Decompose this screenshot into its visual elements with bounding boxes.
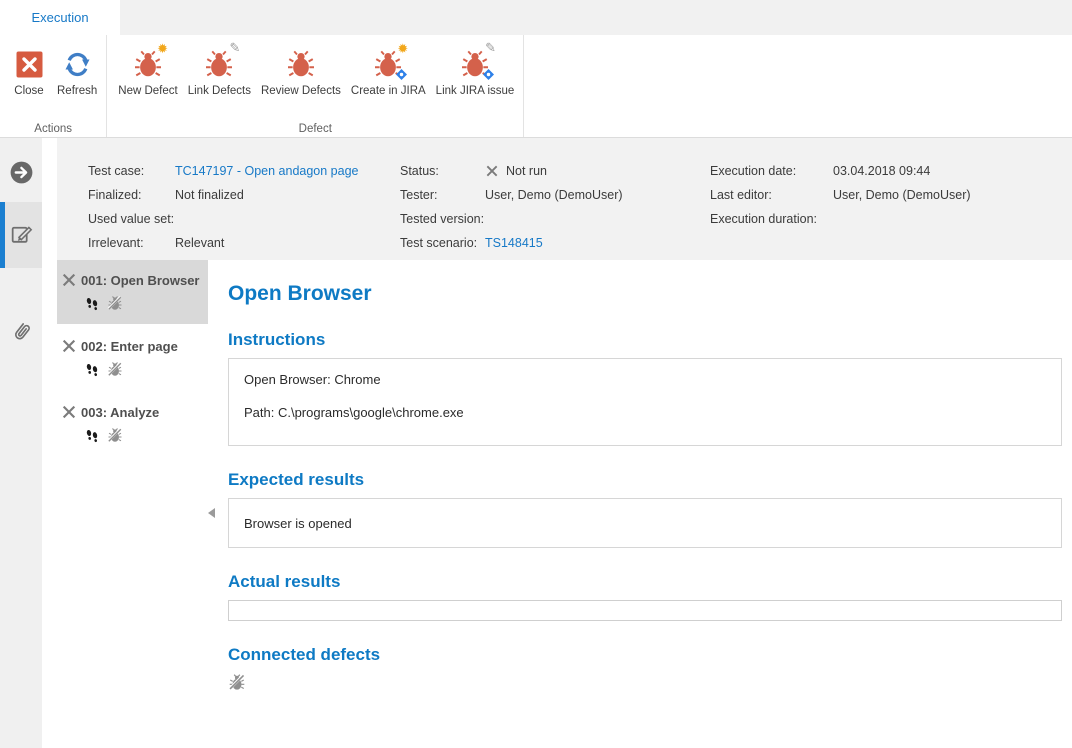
step-item-001[interactable]: 001: Open Browser [57,260,208,324]
close-button[interactable]: Close [6,41,52,119]
ribbon-group-actions: Close Refresh Actions [0,35,107,137]
field-label: Test scenario: [400,236,485,250]
field-value: User, Demo (DemoUser) [485,188,623,202]
jira-diamond-icon [482,68,495,83]
instructions-heading: Instructions [228,330,1072,350]
field-label: Tester: [400,188,485,202]
field-value: 03.04.2018 09:44 [833,164,930,178]
step-detail-pane: Open Browser Instructions Open Browser: … [217,260,1072,748]
tab-bar: Execution [0,0,1072,35]
test-scenario-link[interactable]: TS148415 [485,236,543,250]
expected-results-box: Browser is opened [228,498,1062,548]
actual-results-input[interactable] [228,600,1062,621]
field-label: Execution duration: [710,212,833,226]
field-label: Execution date: [710,164,833,178]
field-value: Relevant [175,236,224,250]
field-value: Not finalized [175,188,244,202]
instructions-box: Open Browser: Chrome Path: C.\programs\g… [228,358,1062,446]
test-case-info-panel: Test case: TC147197 - Open andagon page … [57,138,1072,260]
sidebar-item-attachments[interactable] [0,306,42,362]
footprints-icon [84,295,100,311]
step-item-003[interactable]: 003: Analyze [57,392,208,456]
field-label: Tested version: [400,212,485,226]
info-row-test-scenario: Test scenario: TS148415 [400,231,710,255]
no-defects-icon [107,427,123,443]
footprints-icon [84,427,100,443]
expected-results-text: Browser is opened [244,516,352,531]
ribbon-group-defect: ✹ New Defect ✎ Link Defects Review Defec… [107,35,524,137]
arrow-circle-icon [8,159,35,189]
link-jira-issue-icon: ✎ [458,47,492,81]
instruction-line: Path: C.\programs\google\chrome.exe [244,405,1046,420]
info-row-used-value-set: Used value set: [88,207,400,231]
link-defects-icon: ✎ [202,47,236,81]
step-item-002[interactable]: 002: Enter page [57,326,208,390]
paperclip-icon [8,319,35,349]
link-defects-button[interactable]: ✎ Link Defects [183,41,256,119]
info-row-finalized: Finalized: Not finalized [88,183,400,207]
actual-results-heading: Actual results [228,572,1072,592]
link-jira-issue-button[interactable]: ✎ Link JIRA issue [431,41,520,119]
left-icon-strip [0,138,42,748]
step-label: 001: Open Browser [81,273,200,288]
refresh-button[interactable]: Refresh [52,41,102,119]
pencil-badge-icon: ✎ [485,42,496,55]
star-badge-icon: ✹ [397,43,408,56]
new-defect-icon: ✹ [131,47,165,81]
not-run-status-icon [61,338,77,354]
new-defect-button[interactable]: ✹ New Defect [113,41,182,119]
review-defects-button[interactable]: Review Defects [256,41,346,119]
field-label: Last editor: [710,188,833,202]
edit-icon [8,220,35,250]
field-value: User, Demo (DemoUser) [833,188,971,202]
pencil-badge-icon: ✎ [229,42,240,55]
not-run-status-icon [61,404,77,420]
page-title: Open Browser [228,282,1072,306]
star-badge-icon: ✹ [157,43,168,56]
connected-defects-heading: Connected defects [228,645,1072,665]
expected-results-heading: Expected results [228,470,1072,490]
field-label: Irrelevant: [88,236,175,250]
create-in-jira-button[interactable]: ✹ Create in JIRA [346,41,431,119]
no-defects-icon [107,361,123,377]
info-row-test-case: Test case: TC147197 - Open andagon page [88,159,400,183]
info-row-last-editor: Last editor: User, Demo (DemoUser) [710,183,1070,207]
sidebar-item-edit-execution[interactable] [0,202,42,268]
info-row-tester: Tester: User, Demo (DemoUser) [400,183,710,207]
no-defects-icon [107,295,123,311]
field-label: Used value set: [88,212,175,226]
splitter-collapse-arrow[interactable] [208,508,215,518]
refresh-icon [60,47,94,81]
field-label: Finalized: [88,188,175,202]
status-text: Not run [506,164,547,178]
close-button-label: Close [14,84,43,98]
test-step-list: 001: Open Browser [57,260,208,748]
ribbon-group-label-defect: Defect [107,123,523,135]
info-row-irrelevant: Irrelevant: Relevant [88,231,400,255]
step-label: 002: Enter page [81,339,178,354]
no-defects-icon [228,673,246,691]
footprints-icon [84,361,100,377]
info-row-execution-date: Execution date: 03.04.2018 09:44 [710,159,1070,183]
field-label: Test case: [88,164,175,178]
create-in-jira-icon: ✹ [371,47,405,81]
info-row-tested-version: Tested version: [400,207,710,231]
not-run-status-icon [61,272,77,288]
test-case-link[interactable]: TC147197 - Open andagon page [175,164,358,178]
instruction-line: Open Browser: Chrome [244,372,1046,387]
info-row-execution-duration: Execution duration: [710,207,1070,231]
step-label: 003: Analyze [81,405,159,420]
jira-diamond-icon [395,68,408,83]
close-icon [12,47,46,81]
sidebar-item-navigate[interactable] [0,146,42,202]
info-row-status: Status: Not run [400,159,710,183]
ribbon-group-label-actions: Actions [0,123,106,135]
field-label: Status: [400,164,485,178]
not-run-status-icon [485,164,499,178]
tab-execution[interactable]: Execution [0,0,120,35]
refresh-button-label: Refresh [57,84,97,98]
review-defects-icon [284,47,318,81]
ribbon-toolbar: Close Refresh Actions ✹ New Defect [0,35,1072,138]
